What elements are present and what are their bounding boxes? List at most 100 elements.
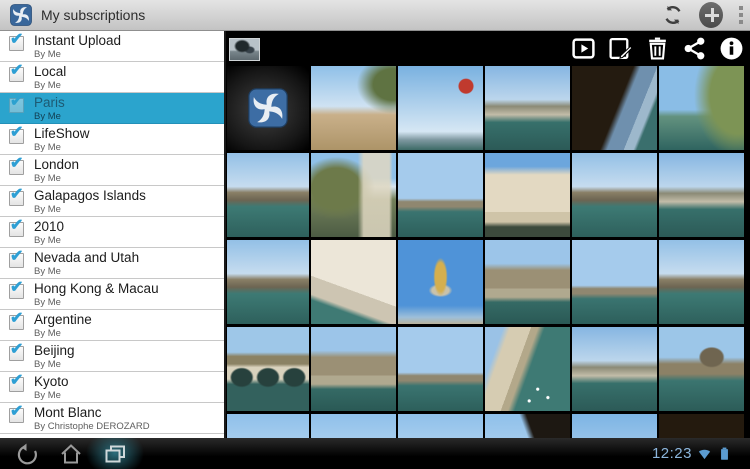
subscription-item[interactable]: ✔ London By Me [0, 155, 224, 186]
home-icon[interactable] [59, 442, 83, 466]
app-bar: My subscriptions [0, 0, 750, 31]
app-logo-tile[interactable] [227, 66, 309, 150]
checkbox[interactable]: ✔ [9, 186, 24, 206]
subscription-item[interactable]: ✔ Argentine By Me [0, 310, 224, 341]
page-title: My subscriptions [41, 7, 146, 23]
subscription-byline: By Christophe DEROZARD [34, 421, 150, 432]
subscription-item[interactable]: ✔ Beijing By Me [0, 341, 224, 372]
photo-thumbnail[interactable] [227, 414, 309, 438]
subscription-byline: By Me [34, 49, 61, 60]
subscription-item[interactable]: ✔ Paris By Me [0, 93, 224, 124]
check-mark-icon: ✔ [10, 31, 24, 48]
subscription-label: 2010 [34, 219, 65, 234]
subscription-byline: By Me [34, 235, 61, 246]
subscription-item[interactable]: ✔ 2010 By Me [0, 217, 224, 248]
photo-thumbnail[interactable] [572, 153, 657, 237]
delete-icon[interactable] [645, 36, 670, 61]
subscription-item[interactable]: ✔ Local By Me [0, 62, 224, 93]
checkbox[interactable]: ✔ [9, 217, 24, 237]
subscription-item[interactable]: ✔ Galapagos Islands By Me [0, 186, 224, 217]
edit-icon[interactable] [608, 36, 633, 61]
photo-thumbnail[interactable] [485, 153, 570, 237]
photo-thumbnail[interactable] [311, 153, 396, 237]
subscriptions-sidebar[interactable]: ✔ Instant Upload By Me ✔ Local By Me ✔ P… [0, 31, 226, 438]
system-bar: 12:23 [0, 438, 750, 469]
subscription-byline: By Me [34, 328, 61, 339]
photo-thumbnail[interactable] [485, 327, 570, 411]
subscription-byline: By Me [34, 204, 61, 215]
photo-thumbnail[interactable] [398, 327, 483, 411]
subscription-label: Paris [34, 95, 65, 110]
photo-thumbnail[interactable] [485, 66, 570, 150]
photo-thumbnail[interactable] [311, 240, 396, 324]
back-icon[interactable] [16, 442, 40, 466]
photo-thumbnail[interactable] [311, 66, 396, 150]
battery-icon [717, 446, 732, 461]
check-mark-icon: ✔ [10, 217, 24, 234]
photo-thumbnail[interactable] [572, 414, 657, 438]
checkbox[interactable]: ✔ [9, 310, 24, 330]
photo-thumbnail[interactable] [485, 240, 570, 324]
subscription-label: Hong Kong & Macau [34, 281, 159, 296]
checkbox[interactable]: ✔ [9, 124, 24, 144]
subscription-byline: By Me [34, 80, 61, 91]
checkbox[interactable]: ✔ [9, 248, 24, 268]
photo-thumbnail[interactable] [572, 327, 657, 411]
photo-thumbnail[interactable] [398, 66, 483, 150]
photo-thumbnail[interactable] [311, 414, 396, 438]
photo-thumbnail[interactable] [572, 66, 657, 150]
mini-thumbnail[interactable] [229, 38, 260, 61]
check-mark-icon: ✔ [10, 155, 24, 172]
subscription-item[interactable]: ✔ Mont Blanc By Christophe DEROZARD [0, 403, 224, 434]
refresh-icon[interactable] [661, 3, 685, 27]
photo-thumbnail[interactable] [659, 414, 744, 438]
photo-thumbnail[interactable] [659, 153, 744, 237]
share-icon[interactable] [682, 36, 707, 61]
subscription-item[interactable]: ✔ Hong Kong & Macau By Me [0, 279, 224, 310]
recents-icon[interactable] [103, 442, 127, 466]
check-mark-icon: ✔ [10, 372, 24, 389]
checkbox[interactable]: ✔ [9, 372, 24, 392]
checkbox[interactable]: ✔ [9, 93, 24, 113]
add-icon[interactable] [699, 2, 723, 28]
photo-thumbnail[interactable] [485, 414, 570, 438]
subscription-item[interactable]: ✔ Nevada and Utah By Me [0, 248, 224, 279]
check-mark-icon: ✔ [10, 403, 24, 420]
check-mark-icon: ✔ [10, 124, 24, 141]
subscription-byline: By Me [34, 111, 61, 122]
checkbox[interactable]: ✔ [9, 155, 24, 175]
checkbox[interactable]: ✔ [9, 403, 24, 423]
subscription-label: Nevada and Utah [34, 250, 140, 265]
photo-grid [227, 66, 750, 438]
check-mark-icon: ✔ [10, 93, 24, 110]
photo-thumbnail[interactable] [398, 153, 483, 237]
subscription-item[interactable]: ✔ Instant Upload By Me [0, 31, 224, 62]
checkbox[interactable]: ✔ [9, 31, 24, 51]
checkbox[interactable]: ✔ [9, 341, 24, 361]
subscription-byline: By Me [34, 173, 61, 184]
checkbox[interactable]: ✔ [9, 62, 24, 82]
info-icon[interactable] [719, 36, 744, 61]
photo-thumbnail[interactable] [659, 240, 744, 324]
subscription-item[interactable]: ✔ LifeShow By Me [0, 124, 224, 155]
slideshow-icon[interactable] [571, 36, 596, 61]
photo-thumbnail[interactable] [227, 240, 309, 324]
subscription-label: Instant Upload [34, 33, 122, 48]
subscription-item[interactable]: ✔ Kyoto By Me [0, 372, 224, 403]
photo-thumbnail[interactable] [398, 414, 483, 438]
photo-thumbnail[interactable] [311, 327, 396, 411]
status-clock: 12:23 [651, 445, 692, 462]
overflow-menu-icon[interactable] [736, 6, 746, 24]
photo-thumbnail[interactable] [227, 153, 309, 237]
content-toolbar [226, 31, 750, 66]
photo-thumbnail[interactable] [659, 66, 744, 150]
check-mark-icon: ✔ [10, 279, 24, 296]
photo-thumbnail[interactable] [227, 327, 309, 411]
photo-thumbnail[interactable] [398, 240, 483, 324]
photo-thumbnail[interactable] [659, 327, 744, 411]
subscription-label: Argentine [34, 312, 92, 327]
subscription-label: Beijing [34, 343, 75, 358]
photo-thumbnail[interactable] [572, 240, 657, 324]
subscription-label: Local [34, 64, 67, 79]
checkbox[interactable]: ✔ [9, 279, 24, 299]
